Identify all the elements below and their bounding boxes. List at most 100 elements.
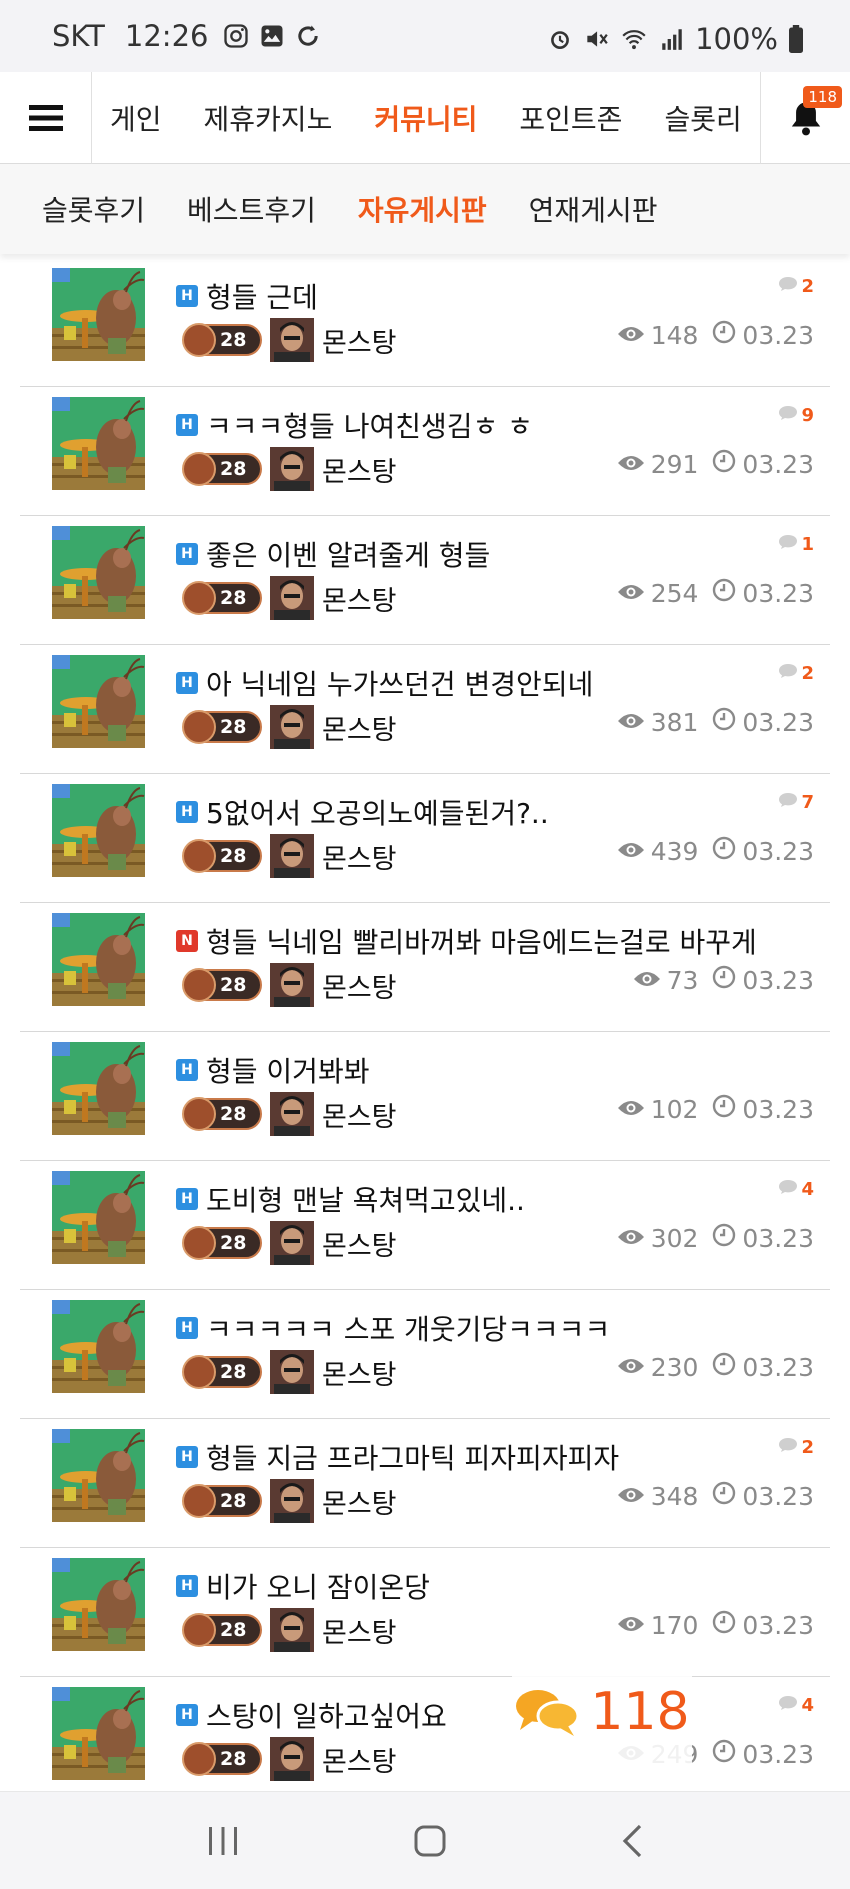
post-row[interactable]: H 형들 지금 프라그마틱 피자피자피자 2 28 몬스탕 348 03.23 xyxy=(20,1419,830,1548)
tab-best-review[interactable]: 베스트후기 xyxy=(187,189,316,229)
avatar[interactable] xyxy=(270,576,314,620)
post-row[interactable]: H 좋은 이벤 알려줄게 형들 1 28 몬스탕 254 03.23 xyxy=(20,516,830,645)
post-title[interactable]: 좋은 이벤 알려줄게 형들 xyxy=(206,534,490,574)
board-tabs: 슬롯후기 베스트후기 자유게시판 연재게시판 xyxy=(0,164,850,254)
avatar[interactable] xyxy=(270,1479,314,1523)
post-title-line[interactable]: H ㅋㅋㅋㅋㅋ 스포 개웃기당ㅋㅋㅋㅋ xyxy=(176,1308,610,1348)
author-nickname[interactable]: 몬스탕 xyxy=(322,450,397,489)
author-nickname[interactable]: 몬스탕 xyxy=(322,321,397,360)
clock: 12:26 xyxy=(124,19,209,53)
level-number: 28 xyxy=(220,587,247,609)
post-tag-badge: H xyxy=(176,285,198,307)
post-title-line[interactable]: H 비가 오니 잠이온당 xyxy=(176,1566,430,1606)
tab-slot-review[interactable]: 슬롯후기 xyxy=(42,189,145,229)
nav-item-point-zone[interactable]: 포인트존 xyxy=(519,98,622,138)
eye-icon xyxy=(617,1611,651,1640)
view-count: 381 xyxy=(617,708,698,737)
avatar[interactable] xyxy=(270,1737,314,1781)
post-row[interactable]: H ㅋㅋㅋ형들 나여친생김ㅎ ㅎ 9 28 몬스탕 291 03.23 xyxy=(20,387,830,516)
post-title[interactable]: 형들 이거봐봐 xyxy=(206,1050,369,1090)
author-nickname[interactable]: 몬스탕 xyxy=(322,1611,397,1650)
clock-icon xyxy=(712,1352,742,1382)
post-title-line[interactable]: H 5없어서 오공의노예들된거?.. xyxy=(176,792,549,832)
post-row[interactable]: H 형들 이거봐봐 28 몬스탕 102 03.23 xyxy=(20,1032,830,1161)
author-nickname[interactable]: 몬스탕 xyxy=(322,708,397,747)
post-title[interactable]: 5없어서 오공의노예들된거?.. xyxy=(206,792,549,832)
author-nickname[interactable]: 몬스탕 xyxy=(322,837,397,876)
eye-icon xyxy=(617,837,651,866)
post-date-value: 03.23 xyxy=(742,1610,814,1640)
avatar[interactable] xyxy=(270,963,314,1007)
post-thumbnail xyxy=(52,1558,145,1651)
post-title[interactable]: 비가 오니 잠이온당 xyxy=(206,1566,430,1606)
author-nickname[interactable]: 몬스탕 xyxy=(322,1095,397,1134)
post-title[interactable]: 스탕이 일하고싶어요 xyxy=(206,1695,447,1735)
avatar[interactable] xyxy=(270,1092,314,1136)
avatar[interactable] xyxy=(270,447,314,491)
author-nickname[interactable]: 몬스탕 xyxy=(322,579,397,618)
post-title-line[interactable]: H 형들 이거봐봐 xyxy=(176,1050,369,1090)
view-count-value: 439 xyxy=(650,836,699,866)
notification-button[interactable]: 118 xyxy=(760,71,850,164)
post-title-line[interactable]: H 아 닉네임 누가쓰던건 변경안되네 xyxy=(176,663,593,703)
post-stats: 148 03.23 xyxy=(617,320,814,350)
post-title-line[interactable]: H ㅋㅋㅋ형들 나여친생김ㅎ ㅎ xyxy=(176,405,533,445)
post-row[interactable]: N 형들 닉네임 빨리바꺼봐 마음에드는걸로 바꾸게 28 몬스탕 73 03.… xyxy=(20,903,830,1032)
avatar[interactable] xyxy=(270,705,314,749)
home-button[interactable] xyxy=(413,1824,447,1858)
author-nickname[interactable]: 몬스탕 xyxy=(322,1353,397,1392)
post-title[interactable]: 도비형 맨날 욕쳐먹고있네.. xyxy=(206,1179,525,1219)
post-author: 28 몬스탕 xyxy=(182,1479,397,1523)
back-button[interactable] xyxy=(620,1823,644,1859)
clock-icon xyxy=(712,320,742,350)
tab-free-board[interactable]: 자유게시판 xyxy=(358,189,487,229)
post-row[interactable]: H 형들 근데 2 28 몬스탕 148 03.23 xyxy=(20,258,830,387)
avatar[interactable] xyxy=(270,1221,314,1265)
eye-icon xyxy=(617,708,651,737)
post-title[interactable]: ㅋㅋㅋ형들 나여친생김ㅎ ㅎ xyxy=(206,405,533,445)
nav-item-community[interactable]: 커뮤니티 xyxy=(374,98,477,138)
floating-chat-button[interactable]: 118 xyxy=(512,1657,692,1767)
post-date-value: 03.23 xyxy=(742,449,814,479)
post-title[interactable]: 형들 지금 프라그마틱 피자피자피자 xyxy=(206,1437,619,1477)
nav-item-game[interactable]: 게인 xyxy=(110,98,162,138)
post-row[interactable]: H ㅋㅋㅋㅋㅋ 스포 개웃기당ㅋㅋㅋㅋ 28 몬스탕 230 03.23 xyxy=(20,1290,830,1419)
comment-count: 9 xyxy=(778,405,814,426)
tab-serial-board[interactable]: 연재게시판 xyxy=(529,189,658,229)
post-title-line[interactable]: H 스탕이 일하고싶어요 xyxy=(176,1695,447,1735)
level-number: 28 xyxy=(220,329,247,351)
post-date-value: 03.23 xyxy=(742,1094,814,1124)
avatar[interactable] xyxy=(270,834,314,878)
view-count-value: 254 xyxy=(650,578,699,608)
post-row[interactable]: H 도비형 맨날 욕쳐먹고있네.. 4 28 몬스탕 302 03.23 xyxy=(20,1161,830,1290)
post-title-line[interactable]: H 도비형 맨날 욕쳐먹고있네.. xyxy=(176,1179,525,1219)
author-nickname[interactable]: 몬스탕 xyxy=(322,1482,397,1521)
post-row[interactable]: H 5없어서 오공의노예들된거?.. 7 28 몬스탕 439 03.23 xyxy=(20,774,830,903)
post-title[interactable]: 형들 닉네임 빨리바꺼봐 마음에드는걸로 바꾸게 xyxy=(206,921,757,961)
comment-count-value: 4 xyxy=(801,1695,814,1716)
avatar[interactable] xyxy=(270,1608,314,1652)
view-count-value: 302 xyxy=(650,1223,699,1253)
author-nickname[interactable]: 몬스탕 xyxy=(322,1224,397,1263)
nav-item-slot-review[interactable]: 슬롯리 xyxy=(664,98,741,138)
post-title-line[interactable]: H 좋은 이벤 알려줄게 형들 xyxy=(176,534,490,574)
post-date-value: 03.23 xyxy=(742,836,814,866)
recent-apps-button[interactable] xyxy=(206,1825,240,1857)
avatar[interactable] xyxy=(270,1350,314,1394)
post-row[interactable]: H 비가 오니 잠이온당 28 몬스탕 170 03.23 xyxy=(20,1548,830,1677)
menu-button[interactable] xyxy=(0,71,92,164)
nav-item-partner-casino[interactable]: 제휴카지노 xyxy=(204,98,333,138)
post-title-line[interactable]: H 형들 지금 프라그마틱 피자피자피자 xyxy=(176,1437,619,1477)
post-title[interactable]: 아 닉네임 누가쓰던건 변경안되네 xyxy=(206,663,593,703)
post-title-line[interactable]: H 형들 근데 xyxy=(176,276,318,316)
author-nickname[interactable]: 몬스탕 xyxy=(322,1740,397,1779)
post-row[interactable]: H 아 닉네임 누가쓰던건 변경안되네 2 28 몬스탕 381 03.23 xyxy=(20,645,830,774)
avatar[interactable] xyxy=(270,318,314,362)
view-count-value: 291 xyxy=(650,449,699,479)
post-title[interactable]: ㅋㅋㅋㅋㅋ 스포 개웃기당ㅋㅋㅋㅋ xyxy=(206,1308,610,1348)
post-title-line[interactable]: N 형들 닉네임 빨리바꺼봐 마음에드는걸로 바꾸게 xyxy=(176,921,757,961)
author-nickname[interactable]: 몬스탕 xyxy=(322,966,397,1005)
post-title[interactable]: 형들 근데 xyxy=(206,276,318,316)
post-row[interactable]: H 스탕이 일하고싶어요 4 28 몬스탕 249 03.23 xyxy=(20,1677,830,1806)
comment-icon xyxy=(778,534,801,555)
